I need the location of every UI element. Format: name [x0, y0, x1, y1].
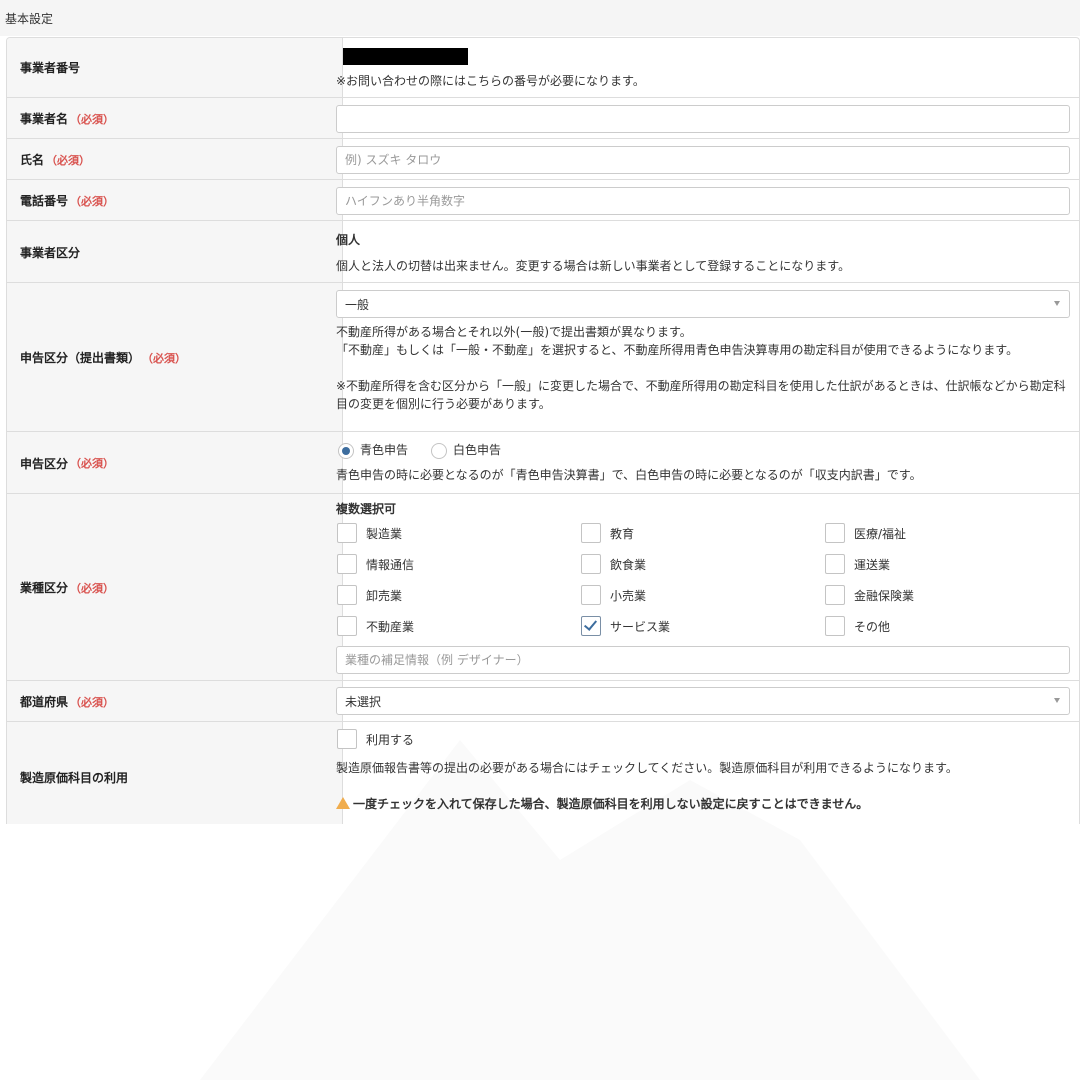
industry-checkbox-label: 製造業: [366, 527, 403, 541]
row-manufacturing-cost: 製造原価科目の利用 利用する 製造原価報告書等の提出の必要がある場合にはチェック…: [7, 721, 1079, 824]
business-type-value: 個人: [336, 233, 361, 247]
manufacturing-cost-note: 製造原価報告書等の提出の必要がある場合にはチェックしてください。製造原価科目が利…: [336, 761, 958, 775]
panel-title: 基本設定: [5, 12, 54, 26]
chevron-down-icon: [1054, 698, 1060, 703]
industry-checkbox[interactable]: [581, 616, 601, 636]
manufacturing-cost-checkbox-label: 利用する: [366, 733, 415, 747]
industry-checkbox[interactable]: [581, 523, 601, 543]
industry-label: 業種区分: [20, 581, 69, 595]
filing-category-note-2: 「不動産」もしくは「一般・不動産」を選択すると、不動産所得用青色申告決算専用の勘…: [336, 343, 1019, 357]
filing-category-label: 申告区分（提出書類）: [20, 351, 141, 365]
filing-category-select[interactable]: 一般: [336, 290, 1070, 318]
radio-blue-return[interactable]: [338, 443, 354, 459]
industry-checkbox[interactable]: [337, 616, 357, 636]
industry-checkbox-label: 不動産業: [366, 620, 415, 634]
radio-white-return[interactable]: [431, 443, 447, 459]
industry-checkbox-label: 医療/福祉: [854, 527, 907, 541]
full-name-label: 氏名: [20, 153, 45, 167]
return-type-label: 申告区分: [20, 456, 69, 471]
industry-checkbox-label: 卸売業: [366, 589, 403, 603]
prefecture-select[interactable]: 未選択: [336, 687, 1070, 715]
industry-checkbox-label: 運送業: [854, 558, 891, 572]
industry-checkbox-label: 飲食業: [610, 558, 647, 572]
panel-header: 基本設定: [0, 0, 1080, 36]
phone-input[interactable]: [336, 187, 1070, 215]
row-business-type: 事業者区分 個人 個人と法人の切替は出来ません。変更する場合は新しい事業者として…: [7, 220, 1079, 283]
row-business-name: 事業者名 （必須）: [7, 97, 1079, 139]
return-type-note: 青色申告の時に必要となるのが「青色申告決算書」で、白色申告の時に必要となるのが「…: [336, 468, 922, 482]
industry-checkbox[interactable]: [825, 554, 845, 574]
filing-category-note-3: ※不動産所得を含む区分から「一般」に変更した場合で、不動産所得用の勘定科目を使用…: [336, 379, 1066, 411]
industry-checkbox-label: 金融保険業: [854, 589, 915, 603]
required-badge: （必須）: [70, 581, 115, 595]
required-badge: （必須）: [70, 457, 115, 470]
row-prefecture: 都道府県 （必須） 未選択: [7, 680, 1079, 722]
row-business-number: 事業者番号 ※お問い合わせの際にはこちらの番号が必要になります。: [7, 38, 1079, 97]
business-name-label: 事業者名: [20, 112, 69, 126]
required-badge: （必須）: [46, 153, 91, 167]
industry-checkbox[interactable]: [581, 585, 601, 605]
industry-heading: 複数選択可: [336, 502, 397, 516]
industry-checkbox[interactable]: [337, 585, 357, 605]
industry-checkbox-label: 小売業: [610, 589, 647, 603]
chevron-down-icon: [1054, 301, 1060, 306]
redacted-business-number: [343, 48, 468, 65]
industry-checkbox[interactable]: [825, 523, 845, 543]
radio-white-return-label: 白色申告: [453, 443, 502, 457]
industry-checkbox-label: 情報通信: [366, 558, 415, 572]
industry-checkbox-label: その他: [854, 620, 891, 634]
industry-supplement-input[interactable]: [336, 646, 1070, 674]
industry-checkbox-label: サービス業: [610, 620, 671, 634]
row-filing-category: 申告区分（提出書類） （必須） 一般 不動産所得がある場合とそれ以外(一般)で提出…: [7, 282, 1079, 432]
required-badge: （必須）: [70, 695, 115, 709]
required-badge: （必須）: [142, 351, 187, 365]
radio-blue-return-label: 青色申告: [360, 443, 409, 457]
industry-checkbox[interactable]: [825, 585, 845, 605]
manufacturing-cost-warning-text: 一度チェックを入れて保存した場合、製造原価科目を利用しない設定に戻すことはできま…: [353, 797, 869, 811]
prefecture-label: 都道府県: [20, 695, 69, 709]
filing-category-selected: 一般: [345, 297, 370, 312]
business-number-note: ※お問い合わせの際にはこちらの番号が必要になります。: [336, 74, 645, 88]
prefecture-selected: 未選択: [345, 694, 382, 709]
row-industry: 業種区分 （必須） 複数選択可 製造業 教育 医療/福祉情報通信 飲食業 運送業卸売業 小売…: [7, 493, 1079, 681]
row-return-type: 申告区分 （必須） 青色申告 白色申告 青色申告の時に必要となるのが「青色申告決算…: [7, 431, 1079, 494]
filing-category-note-1: 不動産所得がある場合とそれ以外(一般)で提出書類が異なります。: [336, 325, 692, 339]
business-number-label: 事業者番号: [7, 38, 343, 97]
manufacturing-cost-checkbox[interactable]: [337, 729, 357, 749]
check-icon: [583, 617, 598, 631]
industry-checkbox[interactable]: [825, 616, 845, 636]
warning-icon: [336, 797, 350, 809]
full-name-input[interactable]: [336, 146, 1070, 174]
industry-checkbox[interactable]: [337, 523, 357, 543]
radio-selected-dot: [342, 447, 350, 455]
settings-table: 事業者番号 ※お問い合わせの際にはこちらの番号が必要になります。 事業者名 （必須…: [6, 37, 1080, 824]
required-badge: （必須）: [70, 194, 115, 208]
row-phone: 電話番号 （必須）: [7, 179, 1079, 221]
manufacturing-cost-label: 製造原価科目の利用: [20, 770, 129, 785]
business-type-note: 個人と法人の切替は出来ません。変更する場合は新しい事業者として登録することになり…: [336, 259, 851, 273]
industry-checkbox[interactable]: [337, 554, 357, 574]
required-badge: （必須）: [70, 112, 115, 126]
manufacturing-cost-warning: 一度チェックを入れて保存した場合、製造原価科目を利用しない設定に戻すことはできま…: [336, 795, 868, 813]
business-name-input[interactable]: [336, 105, 1070, 133]
business-type-label: 事業者区分: [20, 245, 81, 260]
phone-label: 電話番号: [20, 194, 69, 208]
row-full-name: 氏名 （必須）: [7, 138, 1079, 180]
industry-checkbox[interactable]: [581, 554, 601, 574]
industry-checkbox-label: 教育: [610, 527, 635, 541]
